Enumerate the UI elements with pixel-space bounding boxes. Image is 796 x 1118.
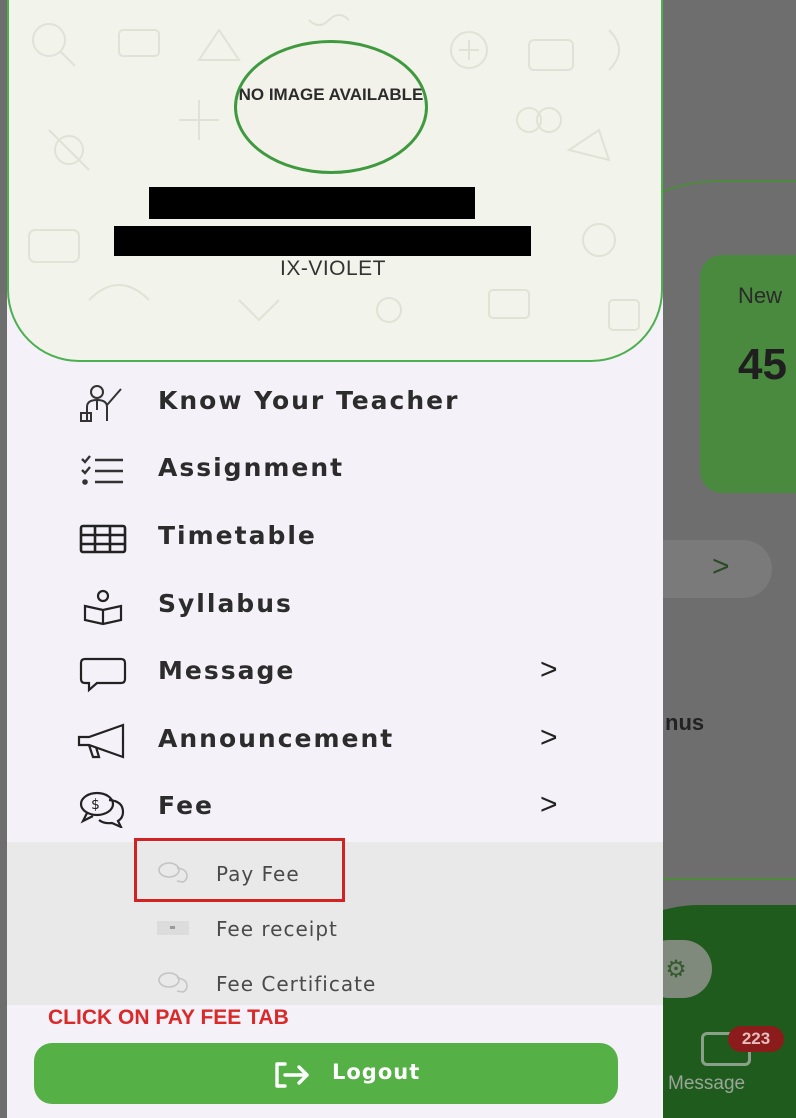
background-card-value: 45 xyxy=(738,340,787,389)
logout-label: Logout xyxy=(332,1060,421,1084)
menu-item-fee[interactable]: $ Fee > xyxy=(7,780,663,836)
receipt-icon xyxy=(157,921,189,935)
instruction-annotation: CLICK ON PAY FEE TAB xyxy=(48,1006,289,1029)
menu-item-message[interactable]: Message > xyxy=(7,645,663,701)
redacted-student-details xyxy=(114,226,531,256)
submenu-item-label: Fee receipt xyxy=(216,917,338,941)
message-count-badge: 223 xyxy=(728,1026,784,1052)
money-chat-icon xyxy=(158,972,188,993)
menu-item-label: Message xyxy=(158,656,296,685)
redacted-student-name xyxy=(149,187,475,219)
svg-text:$: $ xyxy=(91,797,100,813)
profile-avatar[interactable]: NO IMAGE AVAILABLE xyxy=(234,40,428,174)
menu-item-label: Fee xyxy=(158,791,214,820)
menu-item-timetable[interactable]: Timetable xyxy=(7,510,663,566)
menu-item-know-your-teacher[interactable]: Know Your Teacher xyxy=(7,375,663,431)
teacher-icon xyxy=(80,385,122,422)
message-nav-label[interactable]: Message xyxy=(668,1073,745,1095)
background-card-label: New xyxy=(738,283,783,308)
menu-item-label: Announcement xyxy=(158,724,395,753)
chat-bubble-icon xyxy=(79,657,127,693)
logout-button[interactable]: Logout xyxy=(34,1043,618,1104)
checklist-icon xyxy=(81,455,123,485)
background-chevron-icon: > xyxy=(712,550,730,583)
menu-item-label: Timetable xyxy=(158,521,317,550)
grid-icon xyxy=(79,524,127,554)
submenu-item-fee-receipt[interactable]: Fee receipt xyxy=(7,903,663,951)
chevron-right-icon[interactable]: > xyxy=(540,721,558,755)
profile-header: NO IMAGE AVAILABLE IX-VIOLET xyxy=(7,0,663,362)
book-icon xyxy=(83,589,123,626)
menu-item-label: Assignment xyxy=(158,453,345,482)
class-section-label: IX-VIOLET xyxy=(279,257,387,280)
money-chat-icon: $ xyxy=(79,791,125,828)
chevron-down-icon[interactable]: > xyxy=(540,788,558,822)
submenu-item-label: Fee Certificate xyxy=(216,972,377,996)
avatar-placeholder-text: NO IMAGE AVAILABLE xyxy=(238,85,424,104)
menu-item-assignment[interactable]: Assignment xyxy=(7,442,663,498)
menu-item-label: Know Your Teacher xyxy=(158,386,460,415)
megaphone-icon xyxy=(77,723,125,759)
logout-icon xyxy=(275,1062,309,1088)
menu-item-announcement[interactable]: Announcement > xyxy=(7,713,663,769)
menu-item-syllabus[interactable]: Syllabus xyxy=(7,578,663,634)
submenu-item-fee-certificate[interactable]: Fee Certificate xyxy=(7,958,663,1006)
navigation-drawer: NO IMAGE AVAILABLE IX-VIOLET Know Your T… xyxy=(7,0,663,1118)
menu-item-label: Syllabus xyxy=(158,589,293,618)
pay-fee-highlight-box xyxy=(134,838,345,902)
background-partial-text: nus xyxy=(665,710,705,735)
chevron-right-icon[interactable]: > xyxy=(540,653,558,687)
